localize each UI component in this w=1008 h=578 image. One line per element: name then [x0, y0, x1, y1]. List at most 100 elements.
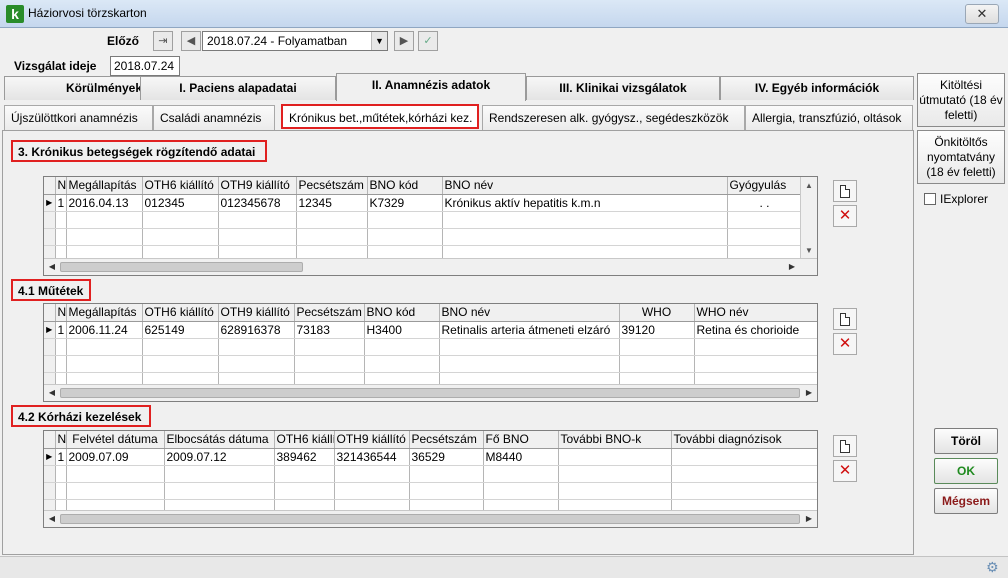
- subtab-csaladi[interactable]: Családi anamnézis: [153, 105, 275, 130]
- cell[interactable]: 39120: [619, 321, 695, 339]
- scroll-right-icon[interactable]: ▶: [801, 511, 817, 527]
- hospital-grid[interactable]: N Felvétel dátuma Elbocsátás dátuma OTH6…: [43, 430, 818, 528]
- col-header[interactable]: WHO név: [694, 304, 817, 322]
- exam-date-field[interactable]: 2018.07.24: [110, 56, 180, 76]
- subtab-gyogyszerek[interactable]: Rendszeresen alk. gyógysz., segédeszközö…: [482, 105, 745, 130]
- col-header[interactable]: BNO név: [442, 177, 728, 195]
- cell[interactable]: 628916378: [218, 321, 295, 339]
- exam-select[interactable]: 2018.07.24 - Folyamatban ▼: [202, 31, 388, 51]
- cell[interactable]: 1: [55, 194, 67, 212]
- col-header[interactable]: BNO kód: [367, 177, 443, 195]
- delete-record-button[interactable]: ✕: [833, 205, 857, 227]
- col-header[interactable]: OTH6 kiállító: [274, 431, 335, 449]
- col-header[interactable]: WHO: [619, 304, 695, 322]
- cell[interactable]: 1: [55, 321, 67, 339]
- cell[interactable]: [671, 448, 817, 466]
- prev-arrow-icon[interactable]: ◀: [181, 31, 201, 51]
- col-header[interactable]: OTH9 kiállító: [334, 431, 410, 449]
- tab-anamnezis-adatok[interactable]: II. Anamnézis adatok: [336, 73, 526, 101]
- col-header[interactable]: OTH6 kiállító: [142, 177, 219, 195]
- cell[interactable]: [558, 448, 672, 466]
- scroll-left-icon[interactable]: ◀: [44, 259, 60, 275]
- chronic-grid[interactable]: N Megállapítás OTH6 kiállító OTH9 kiállí…: [43, 176, 818, 276]
- col-header[interactable]: BNO kód: [364, 304, 440, 322]
- cell[interactable]: 2009.07.12: [164, 448, 275, 466]
- new-record-button[interactable]: [833, 180, 857, 202]
- cell[interactable]: 389462: [274, 448, 335, 466]
- scroll-thumb[interactable]: [60, 514, 800, 524]
- table-row[interactable]: ▶ 1 2006.11.24 625149 628916378 73183 H3…: [44, 321, 817, 339]
- new-record-button[interactable]: [833, 308, 857, 330]
- iexplorer-checkbox[interactable]: [924, 193, 936, 205]
- cell[interactable]: 36529: [409, 448, 484, 466]
- settings-gear-icon[interactable]: ⚙: [986, 559, 999, 576]
- cell[interactable]: 012345678: [218, 194, 297, 212]
- scroll-down-icon[interactable]: ▼: [801, 242, 817, 259]
- col-header[interactable]: N: [55, 431, 67, 449]
- export-icon[interactable]: ⇥: [153, 31, 173, 51]
- cell[interactable]: Retina és chorioide: [694, 321, 817, 339]
- check-icon[interactable]: ✓: [418, 31, 438, 51]
- chevron-down-icon[interactable]: ▼: [371, 32, 387, 50]
- table-row[interactable]: ▶ 1 2009.07.09 2009.07.12 389462 3214365…: [44, 448, 817, 466]
- guide-button[interactable]: Kitöltési útmutató (18 év feletti): [917, 73, 1005, 127]
- delete-record-button[interactable]: ✕: [833, 460, 857, 482]
- subtab-allergia[interactable]: Allergia, transzfúzió, oltások: [745, 105, 913, 130]
- cell[interactable]: 2016.04.13: [66, 194, 143, 212]
- cell[interactable]: Krónikus aktív hepatitis k.m.n: [442, 194, 728, 212]
- col-header[interactable]: Pecsétszám: [409, 431, 484, 449]
- close-button[interactable]: ✕: [965, 4, 999, 24]
- cell[interactable]: H3400: [364, 321, 440, 339]
- cell[interactable]: Retinalis arteria átmeneti elzáró: [439, 321, 620, 339]
- cell[interactable]: 1: [55, 448, 67, 466]
- subtab-ujszulottkori[interactable]: Újszülöttkori anamnézis: [4, 105, 153, 130]
- col-header[interactable]: Fő BNO: [483, 431, 559, 449]
- col-header[interactable]: További BNO-k: [558, 431, 672, 449]
- horizontal-scrollbar[interactable]: ◀ ▶: [44, 384, 817, 401]
- ok-button[interactable]: OK: [934, 458, 998, 484]
- col-header[interactable]: Felvétel dátuma: [66, 431, 165, 449]
- new-record-button[interactable]: [833, 435, 857, 457]
- cell[interactable]: . .: [727, 194, 803, 212]
- scroll-up-icon[interactable]: ▲: [801, 177, 817, 194]
- col-header[interactable]: OTH9 kiállító: [218, 177, 297, 195]
- col-header[interactable]: BNO név: [439, 304, 620, 322]
- cell[interactable]: 012345: [142, 194, 219, 212]
- scroll-thumb[interactable]: [60, 388, 800, 398]
- horizontal-scrollbar[interactable]: ◀ ▶: [44, 510, 817, 527]
- cell[interactable]: 321436544: [334, 448, 410, 466]
- tab-klinikai-vizsgalatok[interactable]: III. Klinikai vizsgálatok: [526, 76, 720, 100]
- col-header[interactable]: További diagnózisok: [671, 431, 817, 449]
- tab-egyeb-informaciok[interactable]: IV. Egyéb információk: [720, 76, 914, 100]
- col-header[interactable]: Gyógyulás: [727, 177, 803, 195]
- cell[interactable]: M8440: [483, 448, 559, 466]
- col-header[interactable]: Megállapítás: [66, 177, 143, 195]
- cell[interactable]: 12345: [296, 194, 368, 212]
- cell[interactable]: 73183: [294, 321, 365, 339]
- scroll-right-icon[interactable]: ▶: [801, 385, 817, 401]
- col-header[interactable]: Pecsétszám: [296, 177, 368, 195]
- col-header[interactable]: N: [55, 177, 67, 195]
- tab-paciens-alapadatai[interactable]: I. Paciens alapadatai: [140, 76, 336, 100]
- col-header[interactable]: OTH6 kiállító: [142, 304, 219, 322]
- horizontal-scrollbar[interactable]: ◀ ▶: [44, 258, 817, 275]
- subtab-kronikus[interactable]: Krónikus bet.,műtétek,kórházi kez.: [281, 104, 479, 129]
- scroll-left-icon[interactable]: ◀: [44, 385, 60, 401]
- col-header[interactable]: Pecsétszám: [294, 304, 365, 322]
- table-row[interactable]: ▶ 1 2016.04.13 012345 012345678 12345 K7…: [44, 194, 803, 212]
- next-arrow-icon[interactable]: ▶: [394, 31, 414, 51]
- col-header[interactable]: N: [55, 304, 67, 322]
- col-header[interactable]: Megállapítás: [66, 304, 143, 322]
- col-header[interactable]: Elbocsátás dátuma: [164, 431, 275, 449]
- scroll-left-icon[interactable]: ◀: [44, 511, 60, 527]
- self-form-button[interactable]: Önkitöltős nyomtatvány (18 év feletti): [917, 130, 1005, 184]
- scroll-thumb[interactable]: [60, 262, 303, 272]
- vertical-scrollbar[interactable]: ▲ ▼: [800, 177, 817, 259]
- cell[interactable]: 2009.07.09: [66, 448, 165, 466]
- col-header[interactable]: OTH9 kiállító: [218, 304, 295, 322]
- delete-button[interactable]: Töröl: [934, 428, 998, 454]
- cell[interactable]: K7329: [367, 194, 443, 212]
- cancel-button[interactable]: Mégsem: [934, 488, 998, 514]
- cell[interactable]: 2006.11.24: [66, 321, 143, 339]
- scroll-right-icon[interactable]: ▶: [784, 259, 800, 275]
